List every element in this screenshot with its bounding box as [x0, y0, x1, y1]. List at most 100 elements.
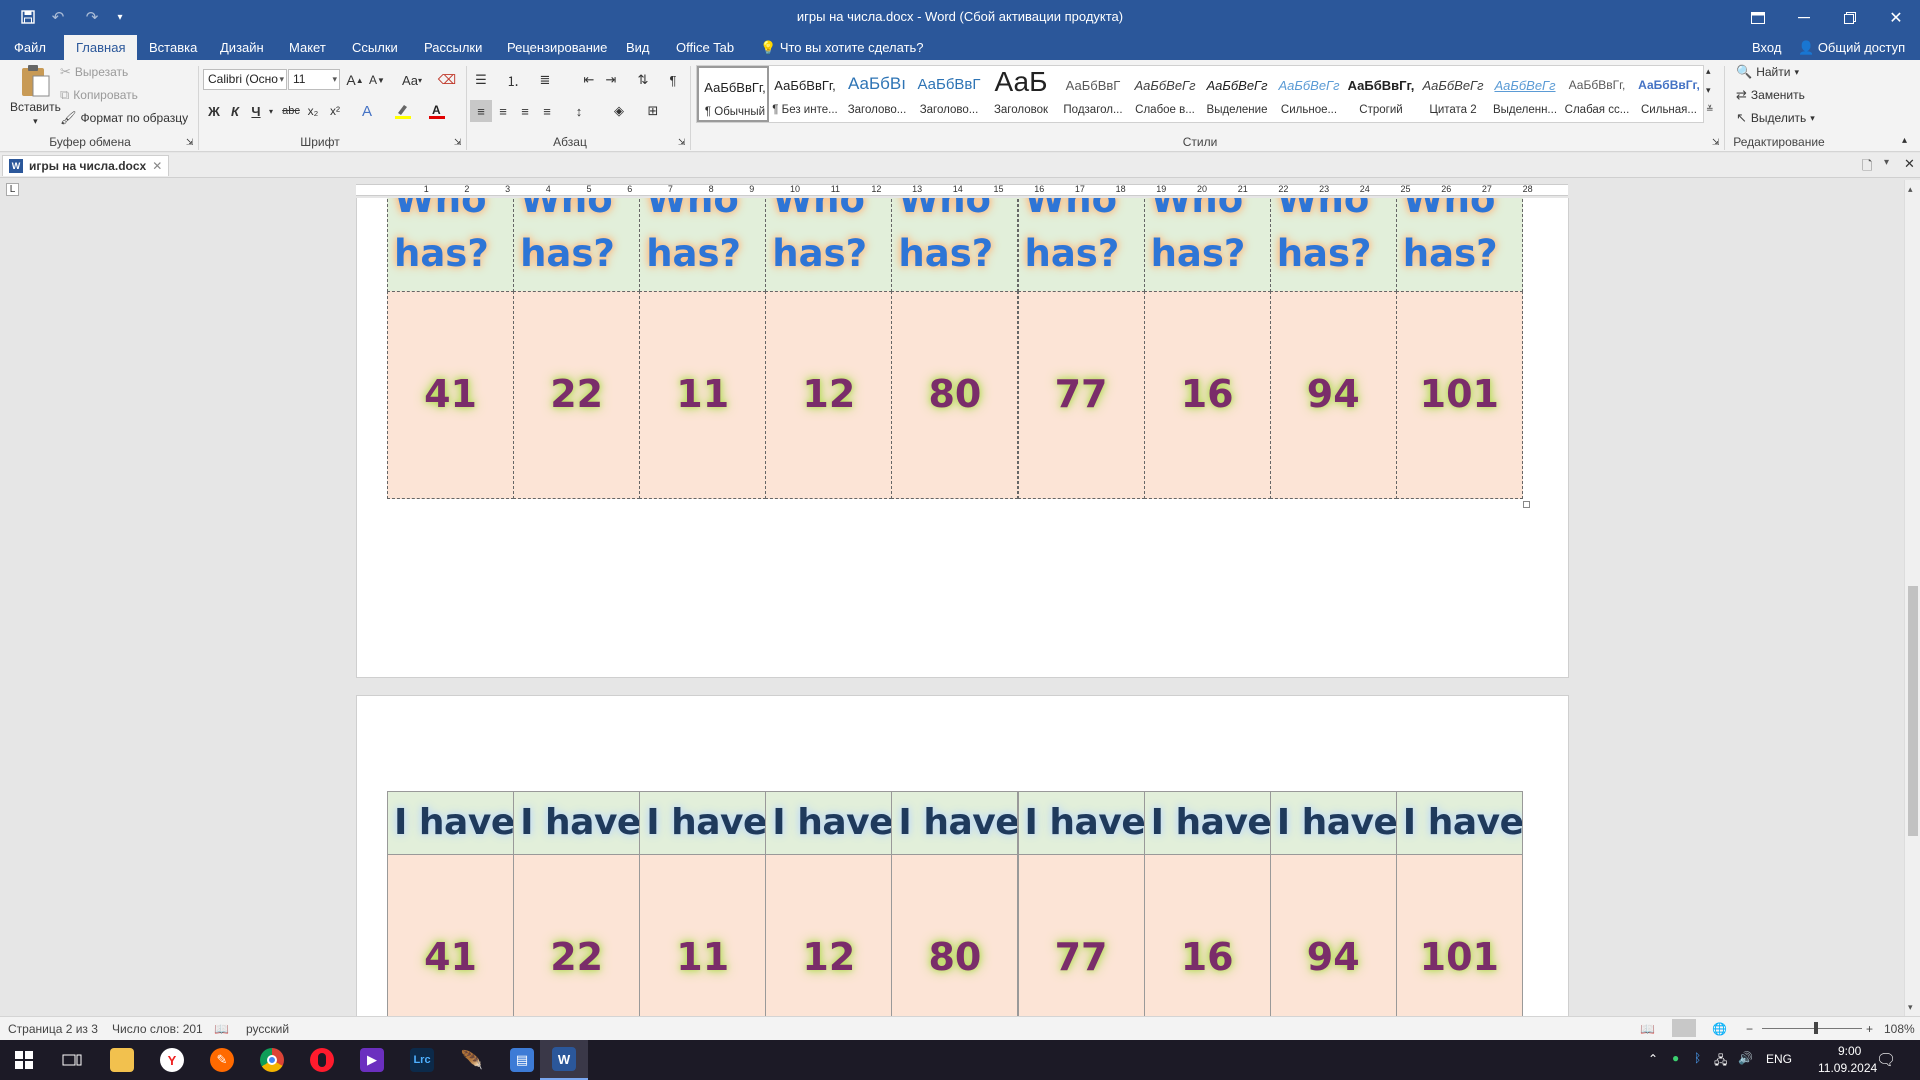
- style-subtle-reference[interactable]: АаБбВвГг, Слабая сс...: [1561, 66, 1633, 122]
- underline-button[interactable]: Ч: [245, 100, 267, 122]
- highlight-button[interactable]: [392, 100, 414, 122]
- clock-date[interactable]: 11.09.2024: [1818, 1061, 1877, 1075]
- align-center-icon[interactable]: ≡: [492, 100, 514, 122]
- style-no-spacing[interactable]: АаБбВвГг, ¶ Без инте...: [769, 66, 841, 122]
- scroll-down-icon[interactable]: ▾: [1908, 1002, 1913, 1013]
- clear-formatting-icon[interactable]: ⌫: [436, 69, 458, 91]
- tab-list-icon[interactable]: ▾: [1884, 157, 1889, 168]
- print-layout-icon[interactable]: [1672, 1019, 1696, 1037]
- restore-icon[interactable]: [1827, 0, 1873, 35]
- format-painter-button[interactable]: 🖌 Формат по образцу: [60, 110, 188, 126]
- bluetooth-icon[interactable]: ᛒ: [1694, 1051, 1701, 1065]
- tab-selector-icon[interactable]: L: [6, 183, 19, 196]
- document-tab[interactable]: W игры на числа.docx ✕: [2, 155, 170, 176]
- tab-home[interactable]: Главная: [64, 35, 138, 60]
- borders-icon[interactable]: ⊞: [642, 100, 664, 122]
- web-layout-icon[interactable]: 🌐: [1712, 1022, 1727, 1036]
- opera-icon[interactable]: [298, 1040, 346, 1080]
- font-family-select[interactable]: Calibri (Осно ▾: [203, 69, 287, 90]
- increase-indent-icon[interactable]: ⇥: [600, 69, 622, 91]
- superscript-button[interactable]: x²: [324, 100, 346, 122]
- styles-launcher-icon[interactable]: ⇲: [1712, 137, 1720, 148]
- zoom-slider-thumb[interactable]: [1814, 1022, 1818, 1034]
- zoom-in-icon[interactable]: +: [1866, 1022, 1873, 1036]
- font-color-button[interactable]: A: [426, 100, 448, 122]
- tab-file[interactable]: Файл: [2, 35, 58, 60]
- chrome-icon[interactable]: [248, 1040, 296, 1080]
- network-icon[interactable]: 🖧: [1714, 1051, 1727, 1072]
- feather-icon[interactable]: 🪶: [448, 1040, 496, 1080]
- video-app-icon[interactable]: ▶: [348, 1040, 396, 1080]
- align-right-icon[interactable]: ≡: [514, 100, 536, 122]
- page-count[interactable]: Страница 2 из 3: [8, 1022, 98, 1036]
- find-button[interactable]: 🔍 Найти ▾: [1736, 64, 1799, 80]
- proofing-icon[interactable]: 📖: [214, 1022, 229, 1036]
- tab-office-tab[interactable]: Office Tab: [664, 35, 746, 60]
- justify-icon[interactable]: ≡: [536, 100, 558, 122]
- notifications-icon[interactable]: 🗨: [1876, 1050, 1896, 1070]
- show-marks-button[interactable]: ¶: [662, 69, 684, 91]
- decrease-indent-icon[interactable]: ⇤: [578, 69, 600, 91]
- tray-overflow-icon[interactable]: ⌃: [1648, 1052, 1658, 1066]
- tab-insert[interactable]: Вставка: [137, 35, 209, 60]
- cut-button[interactable]: ✂ Вырезать: [60, 64, 128, 80]
- replace-button[interactable]: ⇄ Заменить: [1736, 87, 1805, 103]
- font-size-select[interactable]: 11 ▾: [288, 69, 340, 90]
- start-icon[interactable]: [0, 1040, 48, 1080]
- collapse-ribbon-icon[interactable]: ▴: [1902, 135, 1907, 146]
- pencil-app-icon[interactable]: ✎: [198, 1040, 246, 1080]
- input-language[interactable]: ENG: [1766, 1052, 1792, 1066]
- style-subtle-emphasis[interactable]: АаБбВеГг Слабое в...: [1129, 66, 1201, 122]
- paste-button[interactable]: Вставить ▾: [10, 64, 61, 127]
- close-tab-icon[interactable]: ✕: [152, 159, 162, 173]
- numbering-icon[interactable]: ⒈: [502, 69, 524, 91]
- style-intense-quote[interactable]: АаБбВеГг Выделенн...: [1489, 66, 1561, 122]
- italic-button[interactable]: К: [224, 100, 246, 122]
- tab-review[interactable]: Рецензирование: [495, 35, 619, 60]
- tab-layout[interactable]: Макет: [277, 35, 338, 60]
- file-explorer-icon[interactable]: [98, 1040, 146, 1080]
- style-heading-2[interactable]: АаБбВвГ Заголово...: [913, 66, 985, 122]
- style-heading-1[interactable]: АаБбВı Заголово...: [841, 66, 913, 122]
- new-document-icon[interactable]: 🗋: [1862, 157, 1872, 179]
- task-view-icon[interactable]: [48, 1040, 96, 1080]
- yandex-browser-icon[interactable]: Y: [148, 1040, 196, 1080]
- copy-button[interactable]: ⧉ Копировать: [60, 87, 138, 103]
- zoom-level[interactable]: 108%: [1884, 1022, 1915, 1036]
- share-button[interactable]: 👤 Общий доступ: [1786, 35, 1917, 60]
- select-button[interactable]: ↖ Выделить ▾: [1736, 110, 1815, 126]
- tab-design[interactable]: Дизайн: [208, 35, 276, 60]
- style-normal[interactable]: АаБбВвГг, ¶ Обычный: [697, 66, 769, 122]
- zoom-slider[interactable]: [1762, 1022, 1862, 1034]
- bullets-icon[interactable]: ☰: [470, 69, 492, 91]
- font-launcher-icon[interactable]: ⇲: [454, 137, 462, 148]
- style-emphasis[interactable]: АаБбВеГг Выделение: [1201, 66, 1273, 122]
- sort-icon[interactable]: ⇅: [632, 69, 654, 91]
- style-intense-reference[interactable]: АаБбВвГг, Сильная...: [1633, 66, 1705, 122]
- read-mode-icon[interactable]: 📖: [1640, 1022, 1655, 1036]
- change-case-button[interactable]: Aa ▾: [396, 69, 428, 91]
- vertical-scrollbar[interactable]: ▴ ▾: [1904, 180, 1920, 1016]
- lightroom-icon[interactable]: Lrc: [398, 1040, 446, 1080]
- close-icon[interactable]: ✕: [1873, 0, 1919, 35]
- style-intense-emphasis[interactable]: АаБбВеГг Сильное...: [1273, 66, 1345, 122]
- zoom-out-icon[interactable]: −: [1746, 1022, 1753, 1036]
- grow-font-button[interactable]: A ▲: [344, 69, 366, 91]
- style-subtitle[interactable]: АаБбВвГ Подзагол...: [1057, 66, 1129, 122]
- tell-me-search[interactable]: 💡 Что вы хотите сделать?: [748, 35, 936, 60]
- strikethrough-button[interactable]: abc: [280, 100, 302, 122]
- styles-scroll-up-icon[interactable]: ▴: [1706, 66, 1711, 77]
- tab-view[interactable]: Вид: [614, 35, 662, 60]
- multilevel-list-icon[interactable]: ≣: [534, 69, 556, 91]
- shading-icon[interactable]: ◈: [608, 100, 630, 122]
- clipboard-launcher-icon[interactable]: ⇲: [186, 137, 194, 148]
- word-icon[interactable]: W: [540, 1040, 588, 1080]
- table-resize-handle[interactable]: [1523, 501, 1530, 508]
- kaspersky-icon[interactable]: ●: [1672, 1051, 1679, 1065]
- styles-scroll-down-icon[interactable]: ▾: [1706, 85, 1711, 96]
- align-left-icon[interactable]: ≡: [470, 100, 492, 122]
- underline-dropdown-icon[interactable]: ▾: [265, 100, 277, 122]
- close-document-icon[interactable]: ✕: [1904, 156, 1915, 172]
- style-quote-2[interactable]: АаБбВеГг Цитата 2: [1417, 66, 1489, 122]
- subscript-button[interactable]: x₂: [302, 100, 324, 122]
